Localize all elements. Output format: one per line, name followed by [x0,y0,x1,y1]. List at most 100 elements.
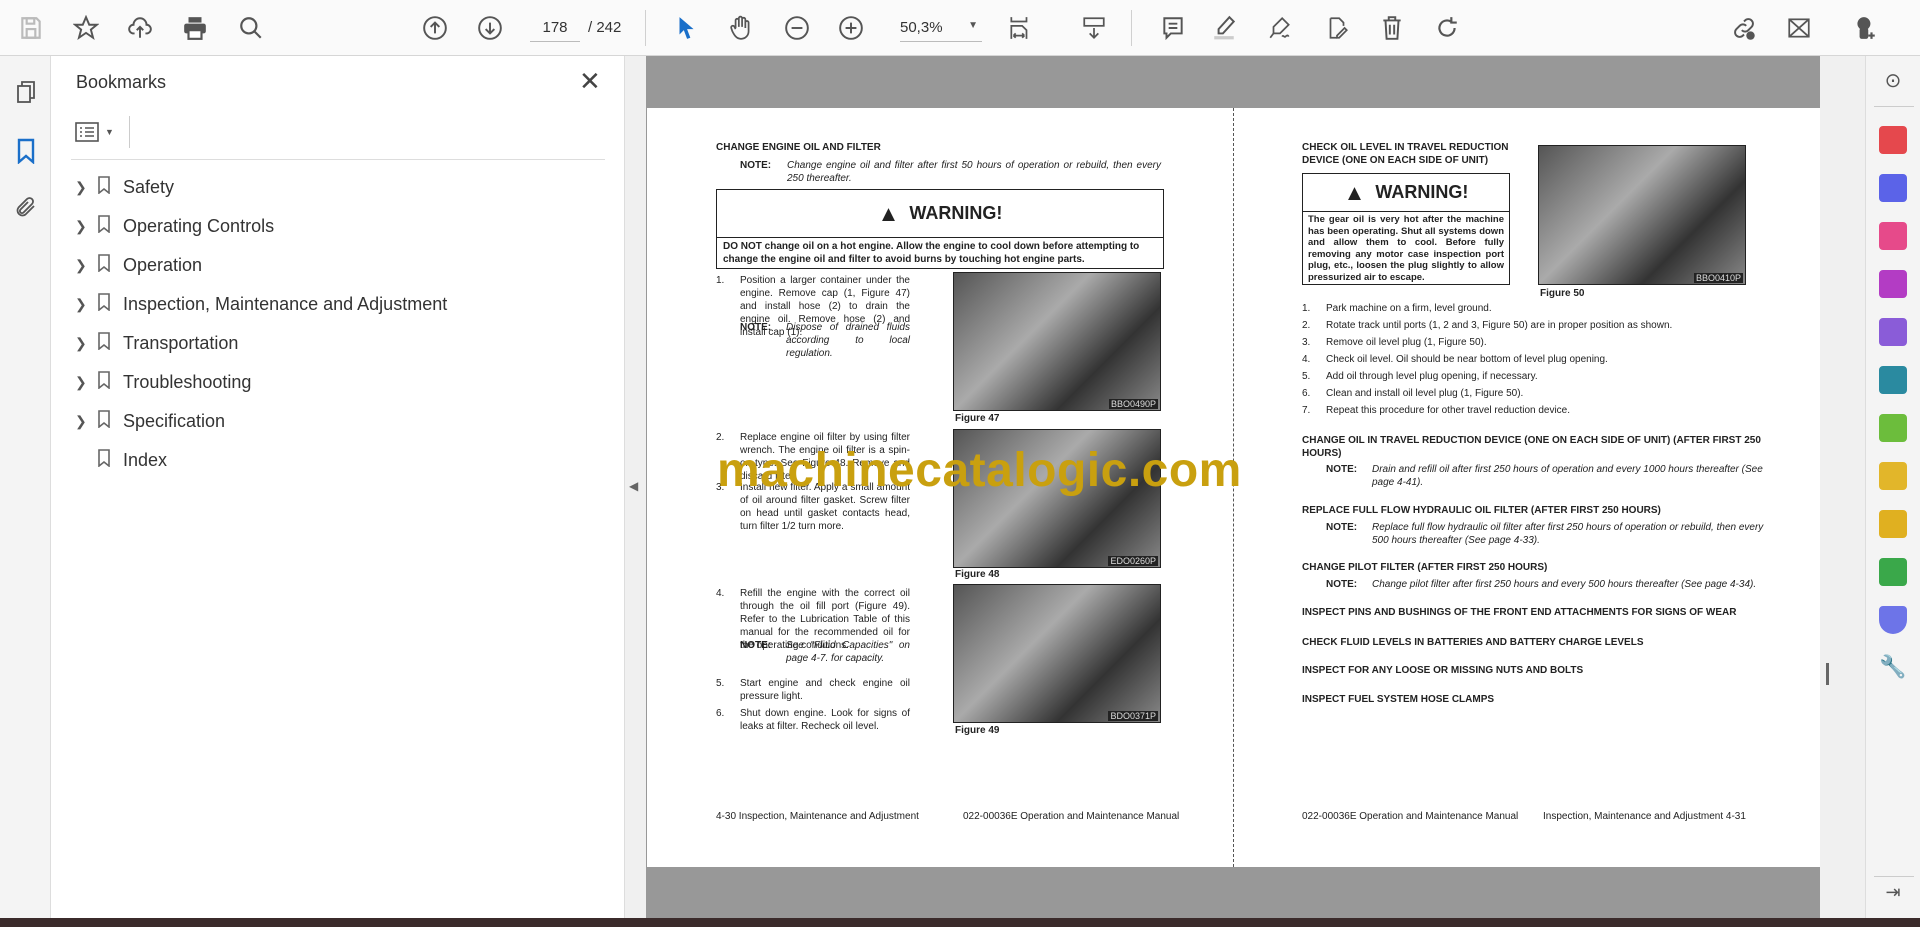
scrollbar-thumb[interactable] [1826,663,1829,685]
bookmark-item[interactable]: ❯ Troubleshooting [71,365,591,399]
chevron-down-icon: ▼ [105,127,114,137]
create-pdf-icon[interactable] [1879,126,1907,154]
bookmark-item[interactable]: Index [71,443,591,477]
chevron-right-icon[interactable]: ❯ [75,218,91,235]
expand-panel-icon[interactable]: ⇥ [1879,882,1907,910]
comment-icon[interactable] [1157,12,1189,44]
note-text: See "Fluid Capacities" on page 4-7. for … [786,640,910,664]
bookmark-label: Troubleshooting [123,371,252,392]
step-text: Remove oil level plug (1, Figure 50). [1326,337,1487,348]
more-tools-wrench-icon[interactable]: 🔧 [1879,654,1907,682]
select-cursor-icon[interactable] [670,12,702,44]
step-number: 7. [1302,405,1311,416]
step-number: 6. [716,708,725,719]
bookmark-label: Transportation [123,332,239,353]
bookmark-item[interactable]: ❯ Specification [71,404,591,438]
step-number: 3. [1302,337,1311,348]
highlight-icon[interactable] [1208,12,1240,44]
organize-pages-icon[interactable] [1879,222,1907,250]
request-signatures-icon[interactable] [1879,270,1907,298]
bookmark-item[interactable]: ❯ Operating Controls [71,209,591,243]
note-text: Dispose of drained fluids according to l… [786,322,910,359]
step-text: Clean and install oil level plug (1, Fig… [1326,388,1524,399]
warning-triangle-icon: ▲ [877,200,900,226]
scroll-mode-icon[interactable] [1078,12,1110,44]
toolbar: / 242 50,3% ▼ [0,0,1920,56]
print-icon[interactable] [179,12,211,44]
bookmark-item[interactable]: ❯ Transportation [71,326,591,360]
chevron-right-icon[interactable]: ❯ [75,413,91,430]
export-pdf-icon[interactable] [1879,174,1907,202]
section-heading: CHANGE PILOT FILTER (AFTER FIRST 250 HOU… [1302,562,1548,573]
vertical-scrollbar[interactable] [1820,56,1865,918]
bookmark-item[interactable]: ❯ Inspection, Maintenance and Adjustment [71,287,591,321]
warning-text: The gear oil is very hot after the machi… [1308,214,1504,283]
divider [1131,10,1132,46]
send-for-review-icon[interactable] [1879,366,1907,394]
chevron-right-icon[interactable]: ❯ [75,374,91,391]
chevron-right-icon[interactable]: ❯ [75,257,91,274]
page-number-input[interactable] [530,14,580,42]
divider [71,159,605,160]
warning-title: WARNING! [1375,182,1469,202]
section-heading: INSPECT FOR ANY LOOSE OR MISSING NUTS AN… [1302,665,1584,676]
zoom-view-icon[interactable]: ⊙ [1879,68,1907,96]
bookmark-item[interactable]: ❯ Operation [71,248,591,282]
left-navigation-rail [0,56,51,918]
rotate-icon[interactable] [1431,12,1463,44]
bookmark-icon [97,253,119,277]
send-comments-icon[interactable] [1879,462,1907,490]
save-icon[interactable] [15,12,47,44]
warning-header: ▲ WARNING! [717,190,1163,238]
zoom-level-select[interactable]: 50,3% ▼ [900,14,982,42]
upload-cloud-icon[interactable] [124,12,156,44]
sign-pen-icon[interactable] [1264,12,1296,44]
bookmark-label: Index [123,449,168,470]
note-label: NOTE: [740,160,772,171]
step-number: 1. [1302,303,1311,314]
note-label: NOTE: [1326,522,1358,533]
panel-splitter[interactable]: ◀ [625,56,646,918]
comment-tool-icon[interactable] [1879,510,1907,538]
divider [1874,106,1914,107]
step-text: Rotate track until ports (1, 2 and 3, Fi… [1326,320,1673,331]
step-text: Add oil through level plug opening, if n… [1326,371,1538,382]
hand-tool-icon[interactable] [725,12,757,44]
trash-icon[interactable] [1376,12,1408,44]
star-icon[interactable] [70,12,102,44]
next-page-icon[interactable] [474,12,506,44]
chevron-right-icon[interactable]: ❯ [75,335,91,352]
section-heading: INSPECT PINS AND BUSHINGS OF THE FRONT E… [1302,607,1737,618]
chevron-right-icon[interactable]: ❯ [75,179,91,196]
edit-document-icon[interactable] [1321,12,1353,44]
scan-ocr-icon[interactable] [1879,558,1907,586]
previous-page-icon[interactable] [419,12,451,44]
step-text: Repeat this procedure for other travel r… [1326,405,1571,416]
figure-caption: Figure 48 [955,569,1000,580]
compare-files-icon[interactable] [1879,414,1907,442]
bookmark-icon [97,175,119,199]
mail-icon[interactable] [1783,12,1815,44]
bookmark-options-button[interactable]: ▼ [75,118,127,146]
fit-page-icon[interactable] [1004,12,1036,44]
list-options-icon [75,122,99,142]
panel-title: Bookmarks [76,72,167,92]
collapse-panel-icon[interactable]: ◀ [629,479,638,493]
share-link-icon[interactable] [1728,12,1760,44]
add-user-icon[interactable] [1849,12,1881,44]
attachments-paperclip-icon[interactable] [13,194,39,220]
bookmark-item[interactable]: ❯ Safety [71,170,591,204]
zoom-in-icon[interactable] [835,12,867,44]
fill-sign-icon[interactable] [1879,318,1907,346]
chevron-right-icon[interactable]: ❯ [75,296,91,313]
protect-shield-icon[interactable] [1879,606,1907,634]
bookmarks-icon[interactable] [13,138,39,164]
taskbar-strip [0,918,1920,927]
note-text: Change engine oil and filter after first… [787,160,1161,184]
page-footer: 4-30 Inspection, Maintenance and Adjustm… [716,811,919,822]
close-icon[interactable]: ✕ [579,66,601,97]
figure-50-photo: BBO0410P [1538,145,1746,285]
search-icon[interactable] [235,12,267,44]
zoom-out-icon[interactable] [781,12,813,44]
page-thumbnails-icon[interactable] [13,79,39,105]
